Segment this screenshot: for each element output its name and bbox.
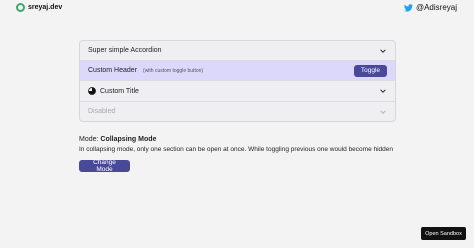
- mode-label: Mode:: [79, 136, 101, 143]
- accordion-item-title: Custom Header: [88, 67, 138, 74]
- accordion-item-simple[interactable]: Super simple Accordion: [80, 41, 395, 61]
- accordion-item-title: Disabled: [88, 108, 116, 115]
- accordion-item-title-wrap: Custom Header (with custom toggle button…: [88, 67, 354, 74]
- mode-line: Mode: Collapsing Mode: [79, 136, 156, 143]
- accordion-item-title: Super simple Accordion: [88, 47, 162, 54]
- accordion-item-title: Custom Title: [100, 87, 139, 95]
- page: sreyaj.dev @Adisreyaj Super simple Accor…: [0, 0, 474, 248]
- twitter-link[interactable]: @Adisreyaj: [403, 3, 457, 12]
- brand-name: sreyaj.dev: [28, 4, 63, 11]
- accordion: Super simple Accordion Custom Header (wi…: [79, 40, 396, 122]
- accordion-item-disabled: Disabled: [80, 102, 395, 121]
- chevron-down-icon[interactable]: [379, 47, 387, 55]
- toggle-button[interactable]: Toggle: [353, 64, 387, 77]
- change-mode-button[interactable]: Change Mode: [79, 159, 130, 173]
- accordion-item-subtitle: (with custom toggle button): [143, 67, 204, 74]
- accordion-item-custom-title[interactable]: Custom Title: [80, 81, 395, 102]
- brand-logo-icon: [16, 3, 25, 12]
- top-bar: sreyaj.dev @Adisreyaj: [0, 0, 474, 16]
- chevron-down-icon: [379, 108, 387, 116]
- mode-value: Collapsing Mode: [100, 136, 157, 143]
- accordion-item-title-wrap: Custom Title: [88, 87, 379, 95]
- twitter-handle: @Adisreyaj: [415, 3, 457, 12]
- chevron-down-icon[interactable]: [379, 87, 387, 95]
- open-sandbox-button[interactable]: Open Sandbox: [421, 227, 466, 240]
- pie-chart-icon: [88, 87, 96, 95]
- mode-description: In collapsing mode, only one section can…: [79, 146, 394, 153]
- brand-link[interactable]: sreyaj.dev: [16, 3, 62, 12]
- twitter-icon: [403, 3, 413, 12]
- accordion-item-custom-header: Custom Header (with custom toggle button…: [80, 61, 395, 81]
